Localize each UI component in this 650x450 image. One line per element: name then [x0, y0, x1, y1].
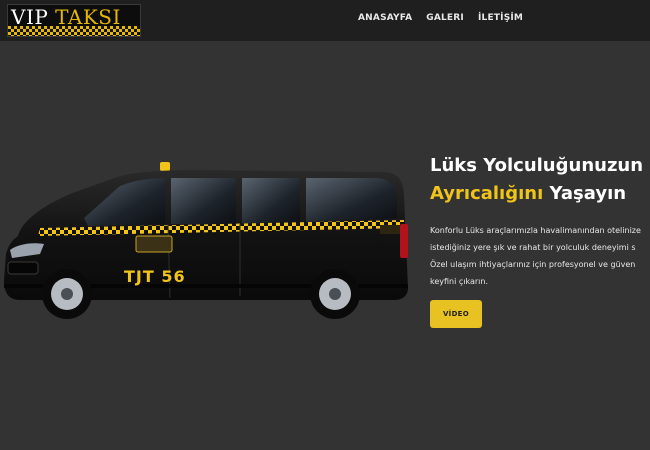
- hero-paragraph-line: Özel ulaşım ihtiyaçlarınız için profesyo…: [430, 260, 636, 269]
- vip-taksi-logo[interactable]: VIP TAKSI: [7, 4, 141, 37]
- hero-paragraph: Konforlu Lüks araçlarımızla havalimanınd…: [430, 222, 650, 290]
- hero-paragraph-line: Konforlu Lüks araçlarımızla havalimanınd…: [430, 226, 641, 235]
- nav-link-contact[interactable]: İLETİŞİM: [478, 13, 523, 23]
- video-button[interactable]: VİDEO: [430, 300, 482, 328]
- taxi-van-image: TJT 56: [4, 162, 408, 319]
- hero-title: Lüks Yolculuğunuzun Ayrıcalığını Yaşayın: [430, 152, 650, 208]
- taxi-roof-sign: [160, 162, 170, 171]
- hero-title-accent: Ayrıcalığını: [430, 183, 544, 204]
- hero-title-line1: Lüks Yolculuğunuzun: [430, 155, 644, 176]
- main-nav: ANASAYFA GALERI İLETİŞİM: [358, 13, 523, 23]
- van-plate-text: TJT 56: [124, 267, 186, 286]
- nav-link-gallery[interactable]: GALERI: [426, 13, 464, 23]
- nav-link-home[interactable]: ANASAYFA: [358, 13, 412, 23]
- hero-paragraph-line: keyfini çıkarın.: [430, 277, 489, 286]
- hero-title-rest: Yaşayın: [543, 183, 627, 204]
- site-header: VIP TAKSI ANASAYFA GALERI İLETİŞİM: [0, 0, 650, 41]
- checker-stripe: [8, 26, 140, 36]
- logo-text: VIP TAKSI: [11, 6, 121, 28]
- hero-paragraph-line: istediğiniz yere şık ve rahat bir yolcul…: [430, 243, 636, 252]
